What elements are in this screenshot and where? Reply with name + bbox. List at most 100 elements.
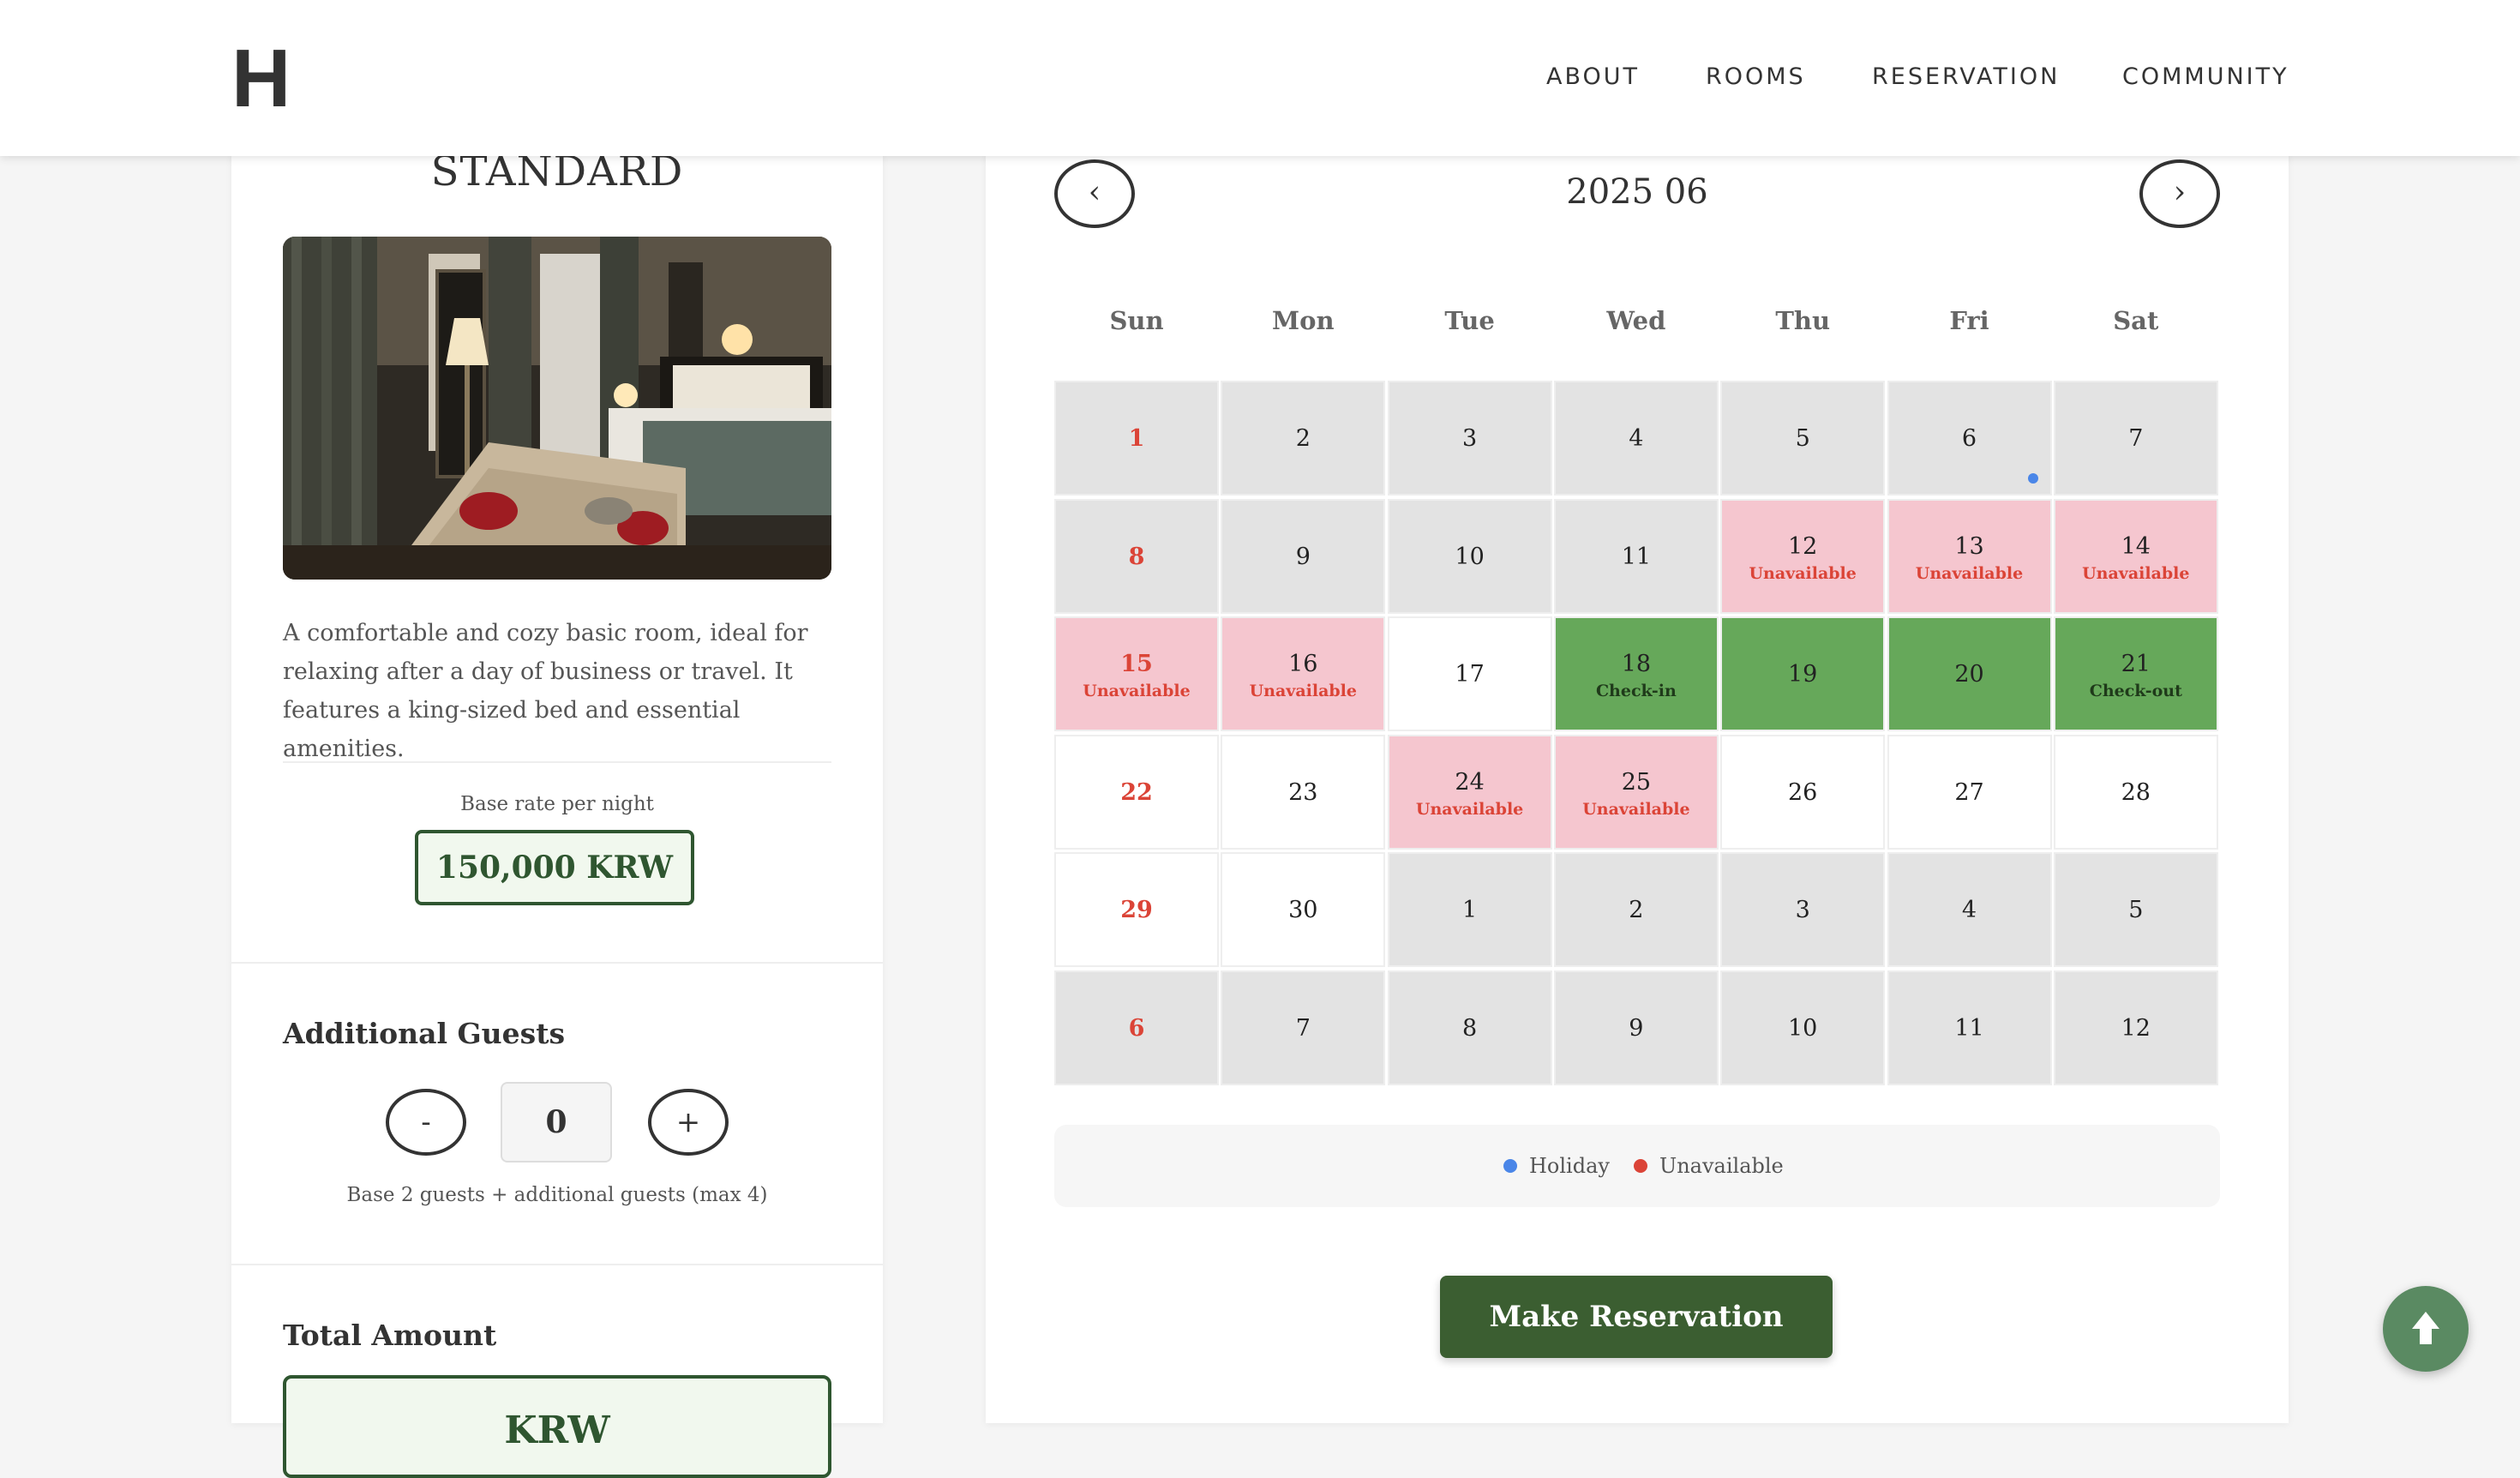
calendar-day[interactable]: 8 xyxy=(1054,498,1219,614)
day-status-label: Unavailable xyxy=(1249,682,1357,701)
day-number: 9 xyxy=(1295,543,1311,570)
day-number: 2 xyxy=(1295,425,1311,452)
calendar-day[interactable]: 6 xyxy=(1054,970,1219,1085)
day-number: 6 xyxy=(1961,425,1977,452)
nav-about[interactable]: ABOUT xyxy=(1546,60,1640,94)
calendar-day[interactable]: 13 Unavailable xyxy=(1887,498,2052,614)
day-number: 25 xyxy=(1621,768,1652,796)
calendar-day[interactable]: 27 xyxy=(1887,734,2052,850)
calendar-day[interactable]: 6 xyxy=(1887,381,2052,496)
calendar-day[interactable]: 7 xyxy=(1221,970,1386,1085)
calendar-day[interactable]: 2 xyxy=(1553,852,1719,968)
section-divider xyxy=(231,1264,883,1265)
calendar-day[interactable]: 21 Check-out xyxy=(2053,616,2218,732)
calendar-day[interactable]: 12 Unavailable xyxy=(1720,498,1886,614)
weekday-sat: Sat xyxy=(2113,306,2159,335)
day-number: 8 xyxy=(1128,543,1145,570)
rate-value: 150,000 KRW xyxy=(415,830,694,905)
calendar-day[interactable]: 30 xyxy=(1221,852,1386,968)
room-photo xyxy=(283,237,831,580)
guest-note: Base 2 guests + additional guests (max 4… xyxy=(346,1184,768,1206)
guest-count: 0 xyxy=(501,1082,612,1163)
day-status-label: Unavailable xyxy=(2082,563,2190,583)
calendar-day[interactable]: 4 xyxy=(1553,381,1719,496)
calendar-day[interactable]: 25 Unavailable xyxy=(1553,734,1719,850)
calendar-day[interactable]: 24 Unavailable xyxy=(1387,734,1552,850)
holiday-dot-icon xyxy=(1503,1158,1517,1173)
holiday-dot-icon xyxy=(2027,473,2038,484)
day-number: 1 xyxy=(1462,897,1478,924)
calendar-day[interactable]: 5 xyxy=(2053,852,2218,968)
decrease-guests-button[interactable]: - xyxy=(386,1089,466,1156)
calendar-day[interactable]: 1 xyxy=(1054,381,1219,496)
scroll-to-top-button[interactable] xyxy=(2383,1286,2469,1372)
calendar-day[interactable]: 22 xyxy=(1054,734,1219,850)
calendar-day[interactable]: 19 xyxy=(1720,616,1886,732)
month-title: 2025 06 xyxy=(1566,172,1708,212)
day-number: 2 xyxy=(1629,897,1644,924)
day-number: 24 xyxy=(1455,768,1485,796)
calendar-legend: Holiday Unavailable xyxy=(1054,1125,2220,1207)
site-header: H ABOUT ROOMS RESERVATION COMMUNITY xyxy=(0,0,2520,156)
calendar-day[interactable]: 8 xyxy=(1387,970,1552,1085)
calendar-day[interactable]: 17 xyxy=(1387,616,1552,732)
calendar-day[interactable]: 9 xyxy=(1553,970,1719,1085)
day-number: 4 xyxy=(1629,425,1644,452)
nav-rooms[interactable]: ROOMS xyxy=(1706,60,1806,94)
calendar-day[interactable]: 3 xyxy=(1387,381,1552,496)
weekday-wed: Wed xyxy=(1606,306,1666,335)
calendar-day[interactable]: 10 xyxy=(1720,970,1886,1085)
day-number: 4 xyxy=(1961,897,1977,924)
calendar-day[interactable]: 2 xyxy=(1221,381,1386,496)
calendar-day[interactable]: 18 Check-in xyxy=(1553,616,1719,732)
day-number: 22 xyxy=(1120,778,1153,806)
make-reservation-button[interactable]: Make Reservation xyxy=(1440,1276,1833,1358)
day-status-label: Unavailable xyxy=(1915,563,2024,583)
day-number: 10 xyxy=(1788,1015,1818,1042)
weekday-tue: Tue xyxy=(1444,306,1495,335)
calendar-day[interactable]: 7 xyxy=(2053,381,2218,496)
day-status-label: Unavailable xyxy=(1415,799,1524,819)
day-number: 27 xyxy=(1954,778,1984,806)
total-amount-title: Total Amount xyxy=(283,1319,497,1352)
day-number: 21 xyxy=(2121,651,2151,678)
calendar-day[interactable]: 4 xyxy=(1887,852,2052,968)
weekday-mon: Mon xyxy=(1272,306,1335,335)
next-month-button[interactable]: › xyxy=(2139,159,2220,228)
total-amount-box: KRW xyxy=(283,1375,831,1478)
day-number: 9 xyxy=(1629,1015,1644,1042)
calendar-day[interactable]: 12 xyxy=(2053,970,2218,1085)
calendar-day[interactable]: 26 xyxy=(1720,734,1886,850)
calendar-day[interactable]: 3 xyxy=(1720,852,1886,968)
calendar-day[interactable]: 16 Unavailable xyxy=(1221,616,1386,732)
main-nav: ABOUT ROOMS RESERVATION COMMUNITY xyxy=(0,60,2520,94)
calendar-day[interactable]: 28 xyxy=(2053,734,2218,850)
legend-holiday: Holiday xyxy=(1503,1151,1610,1181)
calendar-day[interactable]: 23 xyxy=(1221,734,1386,850)
calendar-day[interactable]: 1 xyxy=(1387,852,1552,968)
day-number: 10 xyxy=(1455,543,1485,570)
calendar-day[interactable]: 20 xyxy=(1887,616,2052,732)
calendar-day[interactable]: 14 Unavailable xyxy=(2053,498,2218,614)
calendar-day[interactable]: 11 xyxy=(1553,498,1719,614)
total-amount-value: KRW xyxy=(504,1409,610,1452)
day-number: 29 xyxy=(1120,897,1153,924)
calendar-day[interactable]: 9 xyxy=(1221,498,1386,614)
arrow-up-icon xyxy=(2412,1312,2439,1344)
increase-guests-button[interactable]: + xyxy=(648,1089,729,1156)
weekday-sun: Sun xyxy=(1109,306,1164,335)
day-status-label: Unavailable xyxy=(1749,563,1857,583)
day-number: 6 xyxy=(1128,1015,1145,1042)
calendar-day[interactable]: 29 xyxy=(1054,852,1219,968)
calendar-day[interactable]: 10 xyxy=(1387,498,1552,614)
nav-community[interactable]: COMMUNITY xyxy=(2122,60,2289,94)
nav-reservation[interactable]: RESERVATION xyxy=(1872,60,2060,94)
calendar-day[interactable]: 11 xyxy=(1887,970,2052,1085)
calendar-day[interactable]: 15 Unavailable xyxy=(1054,616,1219,732)
additional-guests-title: Additional Guests xyxy=(283,1017,566,1050)
day-number: 3 xyxy=(1795,897,1810,924)
calendar-day[interactable]: 5 xyxy=(1720,381,1886,496)
day-number: 3 xyxy=(1462,425,1478,452)
day-number: 26 xyxy=(1788,778,1818,806)
day-status-label: Check-in xyxy=(1595,682,1677,701)
